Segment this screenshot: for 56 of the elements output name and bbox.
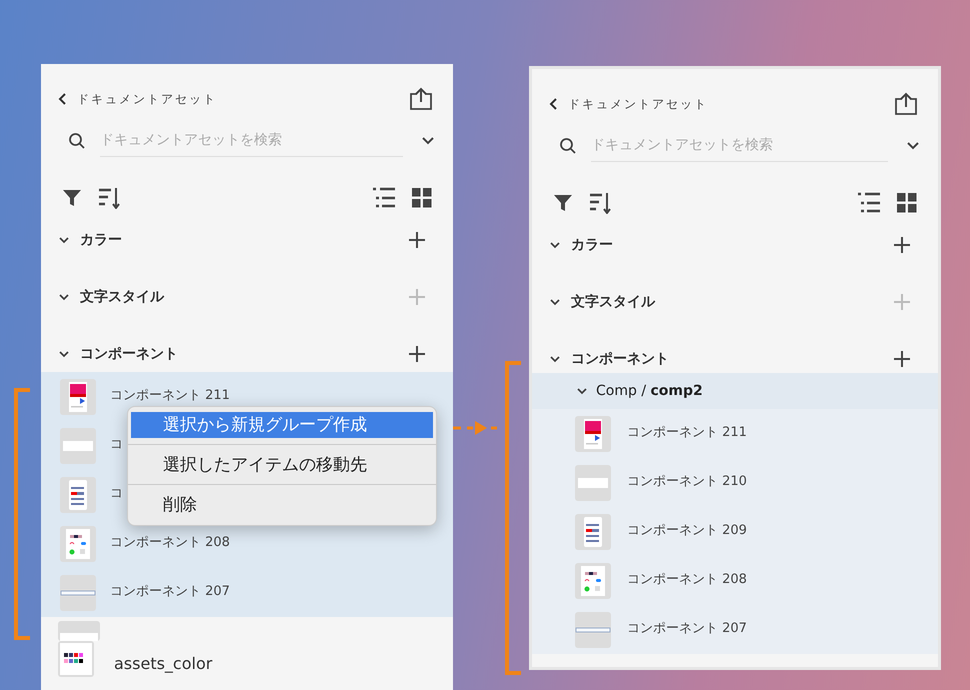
back-link[interactable]: ドキュメントアセット <box>568 96 708 112</box>
search-icon <box>559 136 577 154</box>
component-name: コンポーネント 209 <box>627 522 747 538</box>
back-link[interactable]: ドキュメントアセット <box>77 90 217 108</box>
component-thumbnail <box>575 464 611 500</box>
add-icon[interactable] <box>893 350 911 368</box>
grid-view-icon[interactable] <box>412 188 432 208</box>
menu-item[interactable]: 削除 <box>131 492 433 518</box>
component-thumbnail <box>60 574 96 610</box>
component-name: コンポーネント 211 <box>627 424 747 440</box>
grid-view-icon[interactable] <box>897 193 917 213</box>
section-title[interactable]: コンポーネント <box>80 344 178 362</box>
component-name: コンポーネント 207 <box>110 582 230 600</box>
component-name: コンポーネント 211 <box>110 386 230 404</box>
component-thumbnail <box>60 476 96 512</box>
add-icon[interactable] <box>408 230 426 248</box>
component-thumbnail <box>58 641 94 677</box>
section-title[interactable]: コンポーネント <box>571 350 669 368</box>
component-name: コ <box>110 484 123 502</box>
component-name: コンポーネント 210 <box>627 472 747 490</box>
search-icon <box>68 132 86 150</box>
back-icon[interactable] <box>548 97 558 111</box>
menu-item[interactable]: 選択したアイテムの移動先 <box>131 452 433 478</box>
component-name: コンポーネント 208 <box>110 534 230 550</box>
group-title[interactable]: Comp / comp2 <box>596 383 703 399</box>
component-thumbnail <box>575 562 611 598</box>
component-thumbnail <box>575 612 611 648</box>
search-field[interactable]: ドキュメントアセットを検索 <box>591 129 888 162</box>
component-thumbnail <box>60 526 96 562</box>
menu-item[interactable]: 選択から新規グループ作成 <box>131 412 433 438</box>
component-thumbnail <box>575 416 611 452</box>
list-view-icon[interactable] <box>857 192 881 214</box>
component-name: コ <box>110 436 123 452</box>
sort-icon[interactable] <box>589 192 613 214</box>
search-field[interactable]: ドキュメントアセットを検索 <box>100 124 403 157</box>
section-title[interactable]: 文字スタイル <box>80 288 164 306</box>
list-view-icon[interactable] <box>372 187 396 209</box>
component-name: コンポーネント 207 <box>627 620 747 636</box>
arrow-icon <box>453 421 497 435</box>
add-icon[interactable] <box>893 236 911 254</box>
sort-icon[interactable] <box>98 187 122 209</box>
component-thumbnail <box>60 378 96 414</box>
filter-icon[interactable] <box>553 193 573 213</box>
filter-icon[interactable] <box>62 188 82 208</box>
component-thumbnail <box>60 428 96 464</box>
asset-thumbnail <box>58 621 100 641</box>
section-title[interactable]: カラー <box>571 236 613 254</box>
asset-name[interactable]: assets_color <box>114 654 212 672</box>
section-title[interactable]: 文字スタイル <box>571 292 655 310</box>
component-thumbnail <box>575 514 611 550</box>
section-title[interactable]: カラー <box>80 230 122 248</box>
share-icon[interactable] <box>894 92 918 116</box>
back-icon[interactable] <box>57 92 67 106</box>
share-icon[interactable] <box>409 87 433 111</box>
component-name: コンポーネント 208 <box>627 570 747 588</box>
add-icon[interactable] <box>408 344 426 362</box>
